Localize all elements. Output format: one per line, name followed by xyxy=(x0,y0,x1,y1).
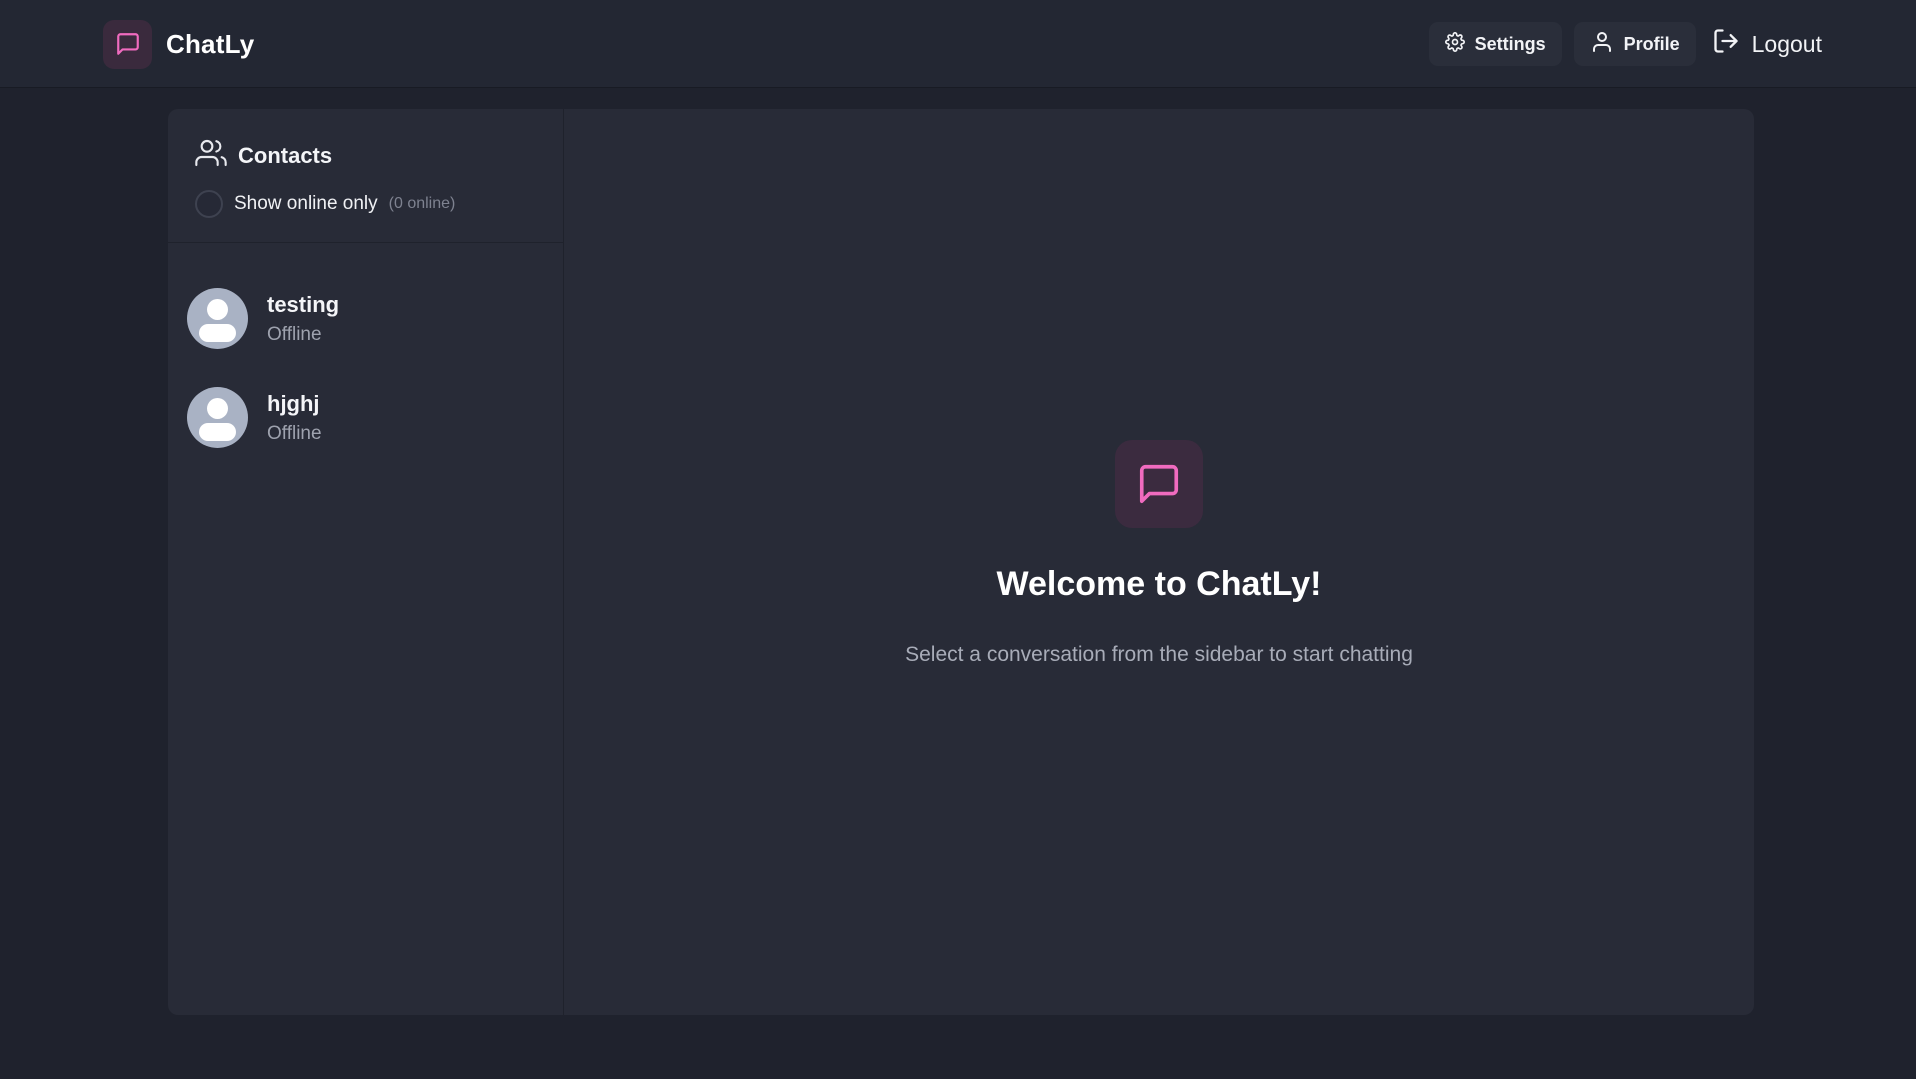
contact-item[interactable]: hjghj Offline xyxy=(168,368,563,467)
logout-icon xyxy=(1712,27,1740,61)
profile-label: Profile xyxy=(1623,33,1680,54)
contact-info: hjghj Offline xyxy=(267,391,322,445)
user-icon xyxy=(1590,30,1614,59)
message-square-icon xyxy=(1115,440,1203,528)
avatar xyxy=(187,387,248,448)
contact-name: hjghj xyxy=(267,390,320,416)
settings-button[interactable]: Settings xyxy=(1428,22,1562,66)
welcome-subtitle: Select a conversation from the sidebar t… xyxy=(905,643,1413,666)
message-square-icon xyxy=(103,19,152,69)
online-count: (0 online) xyxy=(388,195,456,212)
header-nav: Settings Profile Logout xyxy=(1428,22,1822,66)
logout-label: Logout xyxy=(1751,30,1822,57)
gear-icon xyxy=(1444,31,1465,57)
top-navbar: ChatLy Settings Profile Logout xyxy=(0,0,1916,88)
contacts-title: Contacts xyxy=(238,143,333,168)
profile-button[interactable]: Profile xyxy=(1573,22,1696,66)
contacts-heading: Contacts xyxy=(195,137,563,175)
contact-list: testing Offline hjghj Offline xyxy=(168,243,563,467)
contact-status: Offline xyxy=(267,323,322,345)
welcome-screen: Welcome to ChatLy! Select a conversation… xyxy=(564,109,1754,1015)
app-name: ChatLy xyxy=(166,28,255,59)
contacts-sidebar: Contacts Show online only (0 online) tes… xyxy=(168,109,564,1015)
contact-item[interactable]: testing Offline xyxy=(168,269,563,368)
logout-button[interactable]: Logout xyxy=(1708,22,1822,66)
brand-link[interactable]: ChatLy xyxy=(103,19,254,69)
contact-status: Offline xyxy=(267,422,322,444)
show-online-checkbox[interactable] xyxy=(195,190,223,218)
chat-container: Contacts Show online only (0 online) tes… xyxy=(168,109,1754,1015)
welcome-title: Welcome to ChatLy! xyxy=(996,565,1322,603)
contact-name: testing xyxy=(267,291,340,317)
show-online-label[interactable]: Show online only xyxy=(234,193,378,215)
contact-info: testing Offline xyxy=(267,292,339,346)
sidebar-header: Contacts Show online only (0 online) xyxy=(168,109,563,243)
avatar xyxy=(187,288,248,349)
online-filter: Show online only (0 online) xyxy=(195,190,563,218)
users-icon xyxy=(195,137,227,175)
settings-label: Settings xyxy=(1474,33,1546,54)
